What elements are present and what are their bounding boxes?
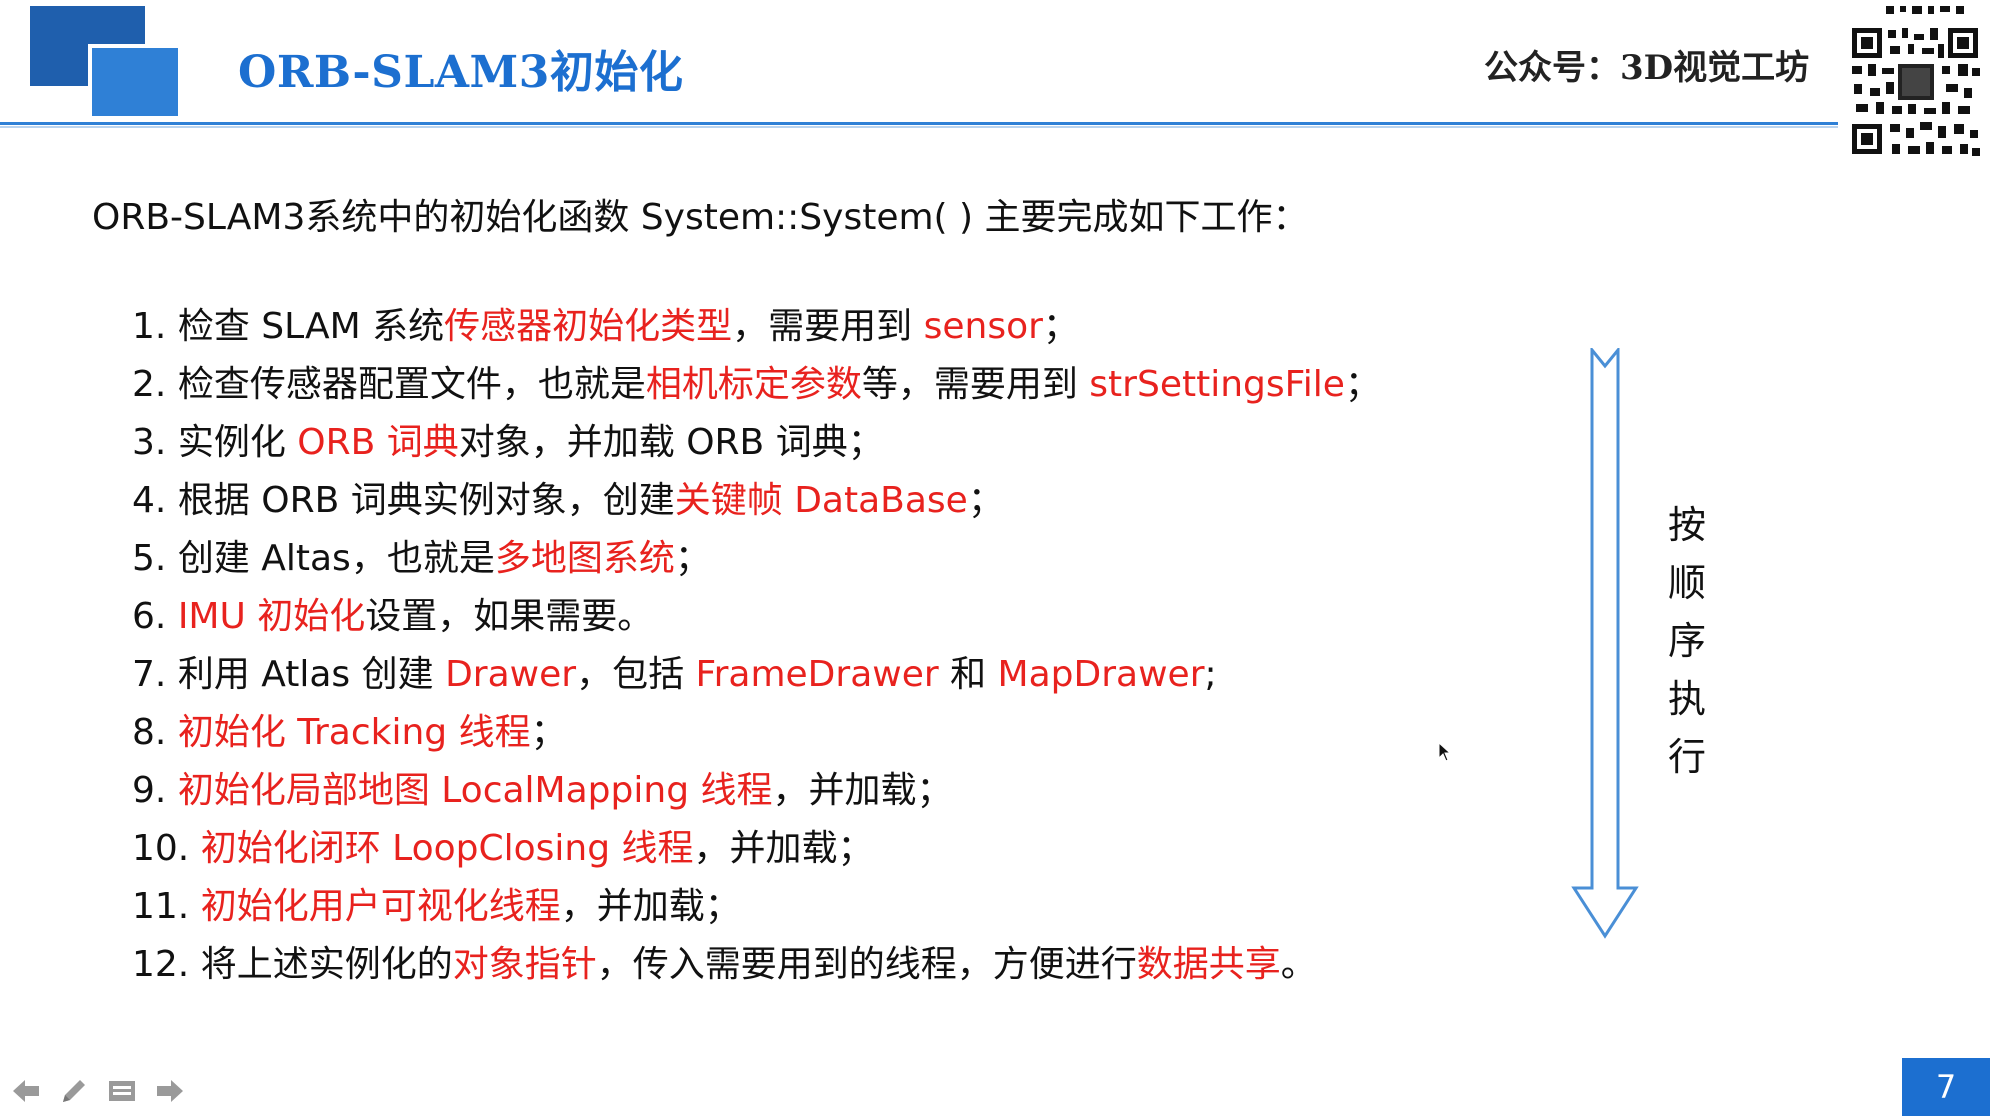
step-item: 1. 检查 SLAM 系统传感器初始化类型，需要用到 sensor；: [132, 298, 1381, 356]
side-label-char: 按: [1667, 503, 1706, 547]
step-text: 。: [1280, 944, 1317, 985]
step-text: 实例化: [177, 422, 298, 463]
step-highlight-text: 初始化 Tracking 线程: [177, 712, 531, 753]
step-text: ；: [674, 538, 711, 579]
step-text: ，并加载；: [560, 886, 741, 927]
step-text: 检查传感器配置文件，也就是: [177, 364, 646, 405]
step-number: 4.: [132, 480, 167, 521]
step-text: 创建 Altas，也就是: [177, 538, 495, 579]
step-item: 3. 实例化 ORB 词典对象，并加载 ORB 词典；: [132, 414, 1381, 472]
step-number: 6.: [132, 596, 167, 637]
slide: ORB-SLAM3初始化 公众号：3D视觉工坊 ORB-SLAM3系统中的初始化…: [0, 0, 1990, 1116]
step-highlight-text: strSettingsFile: [1089, 364, 1345, 405]
arrow-left-icon[interactable]: [8, 1074, 44, 1108]
step-text: ，需要用到: [732, 306, 924, 347]
step-item: 7. 利用 Atlas 创建 Drawer，包括 FrameDrawer 和 M…: [132, 646, 1381, 704]
step-number: 2.: [132, 364, 167, 405]
step-highlight-text: Drawer: [445, 654, 577, 695]
step-highlight-text: FrameDrawer: [695, 654, 939, 695]
arrow-right-icon[interactable]: [152, 1074, 188, 1108]
step-number: 1.: [132, 306, 167, 347]
step-text: ；: [530, 712, 567, 753]
slide-title: ORB-SLAM3初始化: [238, 47, 684, 98]
header-divider-shadow: [0, 126, 1838, 128]
menu-icon[interactable]: [104, 1074, 140, 1108]
logo-block-light: [88, 44, 178, 116]
step-highlight-text: 传感器初始化类型: [444, 306, 733, 347]
execution-order-label: 按 顺 序 执 行: [1664, 496, 1710, 786]
step-highlight-text: ORB 词典: [297, 422, 459, 463]
step-text: ，并加载；: [772, 770, 953, 811]
step-highlight-text: 初始化局部地图 LocalMapping 线程: [177, 770, 773, 811]
step-text: 利用 Atlas 创建: [177, 654, 446, 695]
step-text: ；: [1344, 364, 1381, 405]
step-item: 4. 根据 ORB 词典实例对象，创建关键帧 DataBase；: [132, 472, 1381, 530]
mouse-cursor-icon: [1438, 742, 1452, 762]
step-highlight-text: IMU 初始化: [177, 596, 366, 637]
step-number: 3.: [132, 422, 167, 463]
step-number: 9.: [132, 770, 167, 811]
step-highlight-text: 多地图系统: [494, 538, 675, 579]
step-number: 11.: [132, 886, 190, 927]
step-text: ，传入需要用到的线程，方便进行: [596, 944, 1137, 985]
side-label-char: 顺: [1667, 561, 1706, 605]
step-item: 11. 初始化用户可视化线程，并加载；: [132, 878, 1381, 936]
slide-nav-toolbar: [8, 1074, 188, 1108]
step-text: 对象，并加载 ORB 词典；: [458, 422, 884, 463]
header-divider: [0, 122, 1838, 125]
steps-list: 1. 检查 SLAM 系统传感器初始化类型，需要用到 sensor； 2. 检查传…: [132, 298, 1381, 994]
down-arrow-icon: [1571, 348, 1639, 939]
brand-label: 公众号：3D视觉工坊: [1484, 48, 1810, 88]
intro-text: ORB-SLAM3系统中的初始化函数 System::System( ) 主要完…: [92, 197, 1309, 238]
side-label-char: 执: [1667, 677, 1706, 721]
step-item: 9. 初始化局部地图 LocalMapping 线程，并加载；: [132, 762, 1381, 820]
step-number: 8.: [132, 712, 167, 753]
step-text: 等，需要用到: [861, 364, 1090, 405]
step-item: 5. 创建 Altas，也就是多地图系统；: [132, 530, 1381, 588]
step-text: ；: [967, 480, 1004, 521]
step-text: ，包括: [576, 654, 696, 695]
side-label-char: 行: [1667, 735, 1706, 779]
step-highlight-text: 相机标定参数: [645, 364, 862, 405]
step-item: 12. 将上述实例化的对象指针，传入需要用到的线程，方便进行数据共享。: [132, 936, 1381, 994]
step-text: 检查 SLAM 系统: [177, 306, 445, 347]
step-text: ，并加载；: [693, 828, 874, 869]
step-number: 5.: [132, 538, 167, 579]
side-label-char: 序: [1667, 619, 1706, 663]
step-highlight-text: 初始化用户可视化线程: [200, 886, 561, 927]
step-text: ；: [1042, 306, 1079, 347]
step-item: 10. 初始化闭环 LoopClosing 线程，并加载；: [132, 820, 1381, 878]
step-highlight-text: 数据共享: [1136, 944, 1281, 985]
step-highlight-text: 关键帧 DataBase: [674, 480, 968, 521]
step-highlight-text: 对象指针: [452, 944, 597, 985]
step-item: 2. 检查传感器配置文件，也就是相机标定参数等，需要用到 strSettings…: [132, 356, 1381, 414]
step-text: 和: [938, 654, 998, 695]
step-highlight-text: sensor: [923, 306, 1043, 347]
step-text: 将上述实例化的: [200, 944, 453, 985]
step-text: ;: [1204, 654, 1217, 695]
qr-code-icon: [1846, 4, 1984, 162]
step-number: 10.: [132, 828, 190, 869]
step-number: 7.: [132, 654, 167, 695]
step-text: 根据 ORB 词典实例对象，创建: [177, 480, 675, 521]
step-item: 8. 初始化 Tracking 线程；: [132, 704, 1381, 762]
step-item: 6. IMU 初始化设置，如果需要。: [132, 588, 1381, 646]
step-highlight-text: MapDrawer: [997, 654, 1205, 695]
step-text: 设置，如果需要。: [365, 596, 654, 637]
pen-icon[interactable]: [56, 1074, 92, 1108]
page-number-badge: 7: [1902, 1058, 1990, 1116]
step-highlight-text: 初始化闭环 LoopClosing 线程: [200, 828, 694, 869]
step-number: 12.: [132, 944, 190, 985]
